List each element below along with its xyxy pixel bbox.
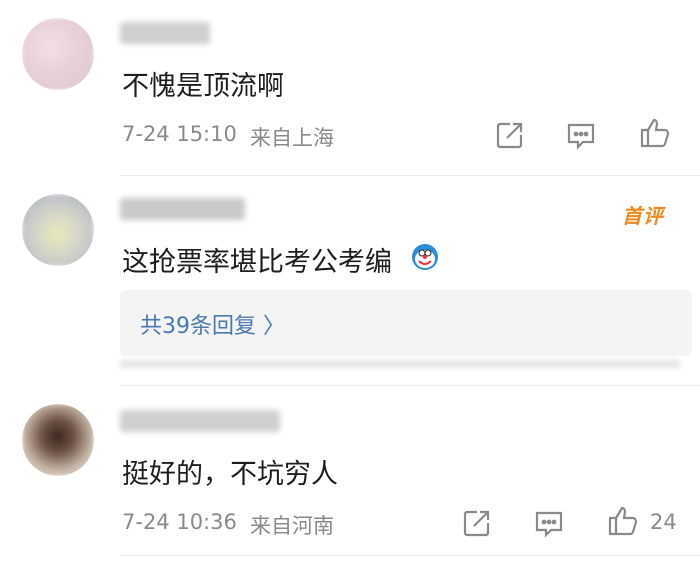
obscured-row [120,360,680,368]
like-count: 24 [650,510,677,534]
divider [120,385,700,386]
doraemon-emoji-icon [410,242,440,272]
comment-location: 来自河南 [250,514,334,538]
avatar[interactable] [22,404,94,476]
username-blurred[interactable] [120,198,245,220]
username-blurred[interactable] [120,410,280,432]
comment-text: 挺好的，不坑穷人 [122,459,338,490]
first-comment-badge: 首评 [622,204,664,228]
like-icon[interactable] [638,116,672,150]
like-icon[interactable] [606,504,640,538]
comment-date: 7-24 10:36 [122,510,237,534]
divider [120,555,700,556]
comment-icon[interactable] [564,118,598,152]
username-blurred[interactable] [120,22,210,44]
comment-text: 这抢票率堪比考公考编 [122,247,392,278]
replies-box[interactable]: 共39条回复 〉 [120,290,692,356]
share-icon[interactable] [493,118,527,152]
divider [120,175,700,176]
view-replies-link[interactable]: 共39条回复 〉 [140,308,285,340]
comment-date: 7-24 15:10 [122,122,237,146]
avatar[interactable] [22,194,94,266]
comment-text: 不愧是顶流啊 [122,71,284,102]
avatar[interactable] [22,18,94,90]
comment-icon[interactable] [532,506,566,540]
share-icon[interactable] [460,506,494,540]
comment-location: 来自上海 [250,126,334,150]
